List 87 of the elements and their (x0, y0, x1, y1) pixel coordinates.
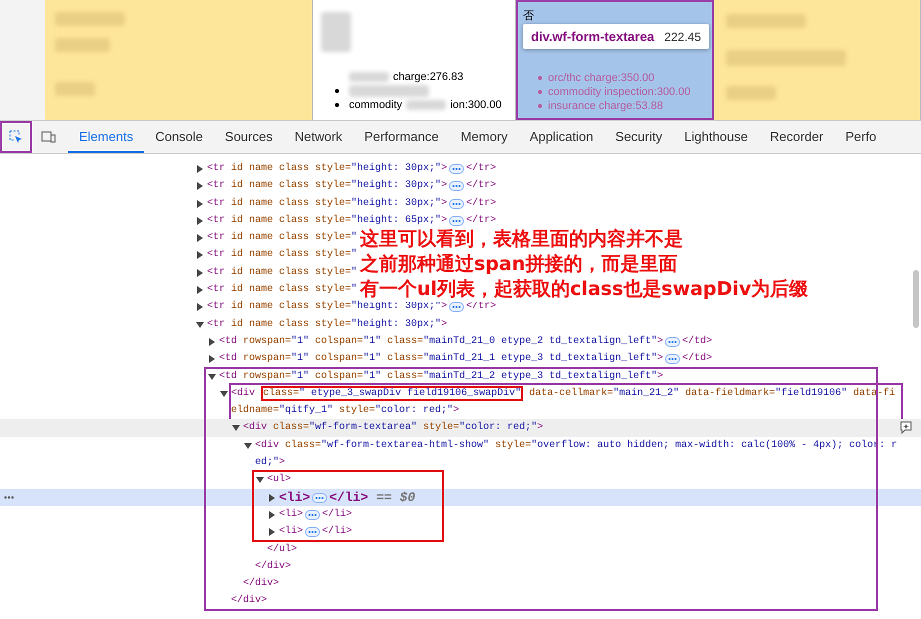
collapsed-triangle-icon[interactable] (196, 165, 204, 173)
closing-tag: </div> (255, 558, 292, 576)
collapsed-triangle-icon[interactable] (196, 200, 204, 208)
element-tag[interactable]: <td rowspan="1" colspan="1" class="mainTd_21_2 etype_3 td_textalign_left"> (219, 368, 664, 385)
collapsed-triangle-icon[interactable] (208, 338, 216, 346)
devtools-tab[interactable]: Security (604, 121, 674, 153)
list-item: orc/thc charge:350.00 (538, 71, 690, 85)
toolbar-button[interactable] (0, 121, 32, 153)
tooltip-selector: div.wf-form-textarea (531, 29, 654, 44)
element-tag[interactable]: <li> (279, 523, 304, 541)
devtools-tab[interactable]: Lighthouse (673, 121, 759, 153)
ellipsis-icon[interactable] (665, 336, 680, 347)
expanded-triangle-icon[interactable] (220, 390, 228, 398)
element-tag[interactable]: <tr id name class style=" (207, 246, 358, 264)
devtools-tab[interactable]: Recorder (758, 121, 834, 153)
ellipsis-icon[interactable] (305, 510, 320, 520)
ellipsis-icon[interactable] (665, 354, 680, 364)
collapsed-triangle-icon[interactable] (196, 182, 204, 190)
closing-tag: </li> (329, 488, 368, 506)
devtools-tab[interactable]: Console (144, 121, 214, 153)
closing-tag: </div> (231, 592, 268, 610)
closing-tag: </li> (322, 506, 352, 524)
collapsed-triangle-icon[interactable] (268, 528, 276, 536)
expanded-triangle-icon[interactable] (256, 476, 264, 484)
device-toggle-icon (40, 129, 56, 145)
closing-tag: </tr> (466, 194, 496, 212)
ellipsis-icon[interactable] (449, 198, 464, 209)
element-tag[interactable]: <td rowspan="1" colspan="1" class="mainTd_21_1 etype_3 td_textalign_left"> (219, 350, 664, 368)
inspect-icon (8, 129, 24, 145)
tooltip-size: 222.45 (664, 30, 701, 44)
closing-tag: </ul> (267, 540, 298, 558)
list-item: commodity inspection:300.00 (538, 85, 690, 99)
collapsed-triangle-icon[interactable] (268, 510, 276, 519)
element-tag[interactable]: <td rowspan="1" colspan="1" class="mainTd_21_0 etype_2 td_textalign_left"> (219, 332, 664, 350)
element-tag[interactable]: <tr id name class style=" (207, 229, 358, 246)
element-tag[interactable]: <li> (279, 506, 304, 524)
cell-header: 否 (523, 9, 534, 23)
collapsed-triangle-icon[interactable] (268, 494, 276, 502)
devtools-tab[interactable]: Perfo (834, 121, 888, 153)
list-item: commodity ion:300.00 (335, 98, 502, 112)
list-item: charge:276.83 (335, 70, 464, 84)
element-tag[interactable]: <tr id name class style="height: 30px;"> (207, 194, 448, 212)
element-tag[interactable]: <ul> (267, 471, 292, 489)
expanded-triangle-icon[interactable] (196, 320, 204, 329)
blurred-content (321, 12, 351, 52)
closing-tag: </td> (682, 332, 712, 350)
ellipsis-icon[interactable] (449, 181, 464, 192)
element-tag[interactable]: <tr id name class style="height: 30px;"> (207, 177, 448, 195)
closing-tag: </tr> (466, 160, 496, 178)
expanded-triangle-icon[interactable] (208, 372, 216, 381)
collapsed-triangle-icon[interactable] (196, 251, 204, 260)
console-reference: == $0 (376, 488, 416, 506)
ellipsis-icon[interactable] (449, 216, 464, 226)
ellipsis-icon[interactable] (449, 302, 464, 312)
ellipsis-icon[interactable] (305, 527, 320, 538)
expanded-triangle-icon[interactable] (244, 442, 252, 450)
element-tag[interactable]: <tr id name class style=" (207, 281, 358, 298)
element-tag[interactable]: <tr id name class style=" (207, 264, 358, 282)
element-tag[interactable]: <li> (279, 488, 310, 506)
devtools-tab[interactable]: Memory (450, 121, 519, 153)
devtools-tab[interactable]: Elements (68, 121, 144, 153)
closing-tag: </li> (322, 523, 352, 541)
expanded-triangle-icon[interactable] (232, 424, 240, 432)
collapsed-triangle-icon[interactable] (196, 234, 204, 242)
devtools-tab[interactable]: Application (518, 121, 604, 153)
element-tag[interactable]: <tr id name class style="height: 30px;"> (207, 160, 448, 178)
ai-assist-icon[interactable] (899, 420, 913, 434)
closing-tag: </tr> (466, 212, 496, 230)
annotation-text: 这里可以看到，表格里面的内容并不是 之前那种通过span拼接的，而是里面 有一个ul列表，起获取的class也是swapDiv为后缀 (360, 227, 808, 302)
devtools-tab[interactable]: Sources (214, 121, 284, 153)
ellipsis-icon[interactable] (449, 164, 464, 174)
more-options-icon[interactable] (4, 496, 14, 499)
closing-tag: </td> (682, 350, 712, 368)
element-tag[interactable]: <tr id name class style="height: 30px;"> (207, 316, 448, 333)
closing-tag: </div> (243, 575, 280, 592)
collapsed-triangle-icon[interactable] (208, 355, 216, 364)
closing-tag: </tr> (466, 177, 496, 195)
collapsed-triangle-icon[interactable] (196, 268, 204, 277)
collapsed-triangle-icon[interactable] (196, 216, 204, 225)
scrollbar-thumb[interactable] (913, 270, 919, 328)
devtools-tab[interactable]: Performance (353, 121, 450, 153)
collapsed-triangle-icon[interactable] (196, 286, 204, 294)
collapsed-triangle-icon[interactable] (196, 303, 204, 312)
ellipsis-icon[interactable] (312, 492, 328, 503)
element-tag[interactable]: <tr id name class style="height: 65px;"> (207, 212, 448, 230)
devtools-tab[interactable]: Network (284, 121, 354, 153)
list-item: insurance charge:53.88 (538, 99, 690, 113)
